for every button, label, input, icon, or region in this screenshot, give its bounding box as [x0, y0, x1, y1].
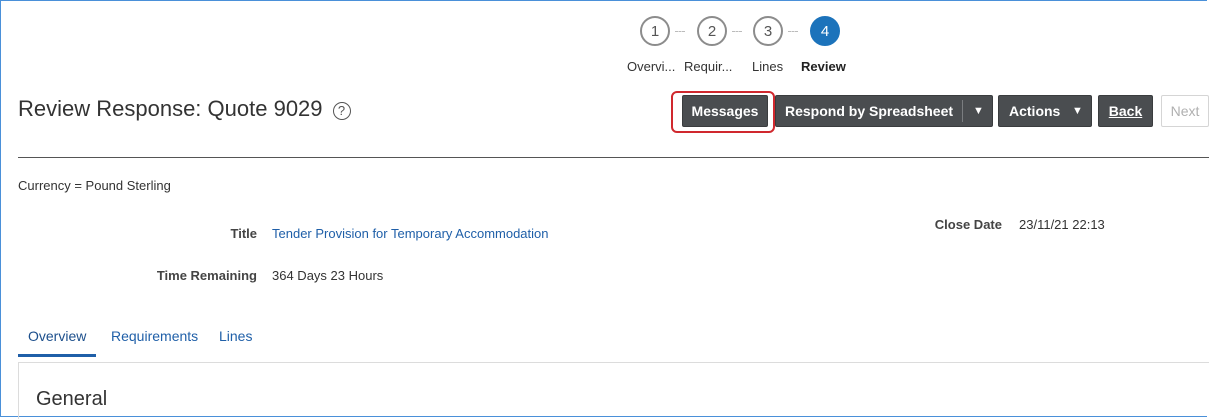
- train-connector: [788, 31, 798, 33]
- process-train: 1 2 3 4 Overvi... Requir... Lines Review: [0, 0, 1209, 80]
- chevron-down-icon: ▼: [1072, 105, 1083, 117]
- train-label-lines[interactable]: Lines: [752, 59, 783, 74]
- actions-menu-button[interactable]: Actions ▼: [998, 95, 1092, 127]
- back-button[interactable]: Back: [1098, 95, 1153, 127]
- train-stop-number: 3: [763, 22, 773, 40]
- train-stop-review[interactable]: 4: [810, 16, 840, 46]
- tab-overview[interactable]: Overview: [18, 328, 97, 357]
- title-value: Tender Provision for Temporary Accommoda…: [272, 226, 549, 241]
- respond-by-spreadsheet-split-button[interactable]: Respond by Spreadsheet ▼: [775, 95, 993, 127]
- title-label: Title: [230, 226, 258, 241]
- time-remaining-label: Time Remaining: [156, 268, 257, 283]
- split-separator: [962, 100, 963, 122]
- train-label-review: Review: [801, 59, 846, 74]
- train-stop-number: 4: [820, 22, 830, 40]
- train-stop-requirements[interactable]: 2: [697, 16, 727, 46]
- back-button-label: Back: [1108, 103, 1143, 119]
- train-connector: [675, 31, 685, 33]
- train-label-requirements[interactable]: Requir...: [684, 59, 732, 74]
- section-title-general: General: [36, 388, 108, 410]
- header-divider: [18, 157, 1209, 158]
- close-date-value: 23/11/21 22:13: [1019, 217, 1105, 232]
- page-title: Review Response: Quote 9029 ?: [18, 96, 351, 122]
- tab-requirements[interactable]: Requirements: [111, 328, 198, 354]
- help-icon[interactable]: ?: [332, 101, 351, 120]
- general-section: [18, 363, 1209, 419]
- currency-text: Currency = Pound Sterling: [18, 178, 171, 193]
- messages-highlight-annotation: [671, 91, 775, 133]
- train-stop-overview[interactable]: 1: [640, 16, 670, 46]
- page-title-text: Review Response: Quote 9029: [18, 96, 323, 121]
- train-stop-number: 1: [650, 22, 660, 40]
- next-button[interactable]: Next: [1161, 95, 1209, 127]
- time-remaining-value: 364 Days 23 Hours: [272, 268, 384, 283]
- actions-button-label: Actions: [1009, 103, 1061, 119]
- close-date-label: Close Date: [934, 217, 1002, 232]
- train-stop-lines[interactable]: 3: [753, 16, 783, 46]
- train-label-overview[interactable]: Overvi...: [627, 59, 675, 74]
- tab-lines[interactable]: Lines: [219, 328, 252, 354]
- train-connector: [732, 31, 742, 33]
- train-stop-number: 2: [707, 22, 717, 40]
- next-button-label: Next: [1170, 103, 1200, 119]
- chevron-down-icon[interactable]: ▼: [973, 105, 984, 117]
- respond-by-spreadsheet-label: Respond by Spreadsheet: [785, 103, 954, 119]
